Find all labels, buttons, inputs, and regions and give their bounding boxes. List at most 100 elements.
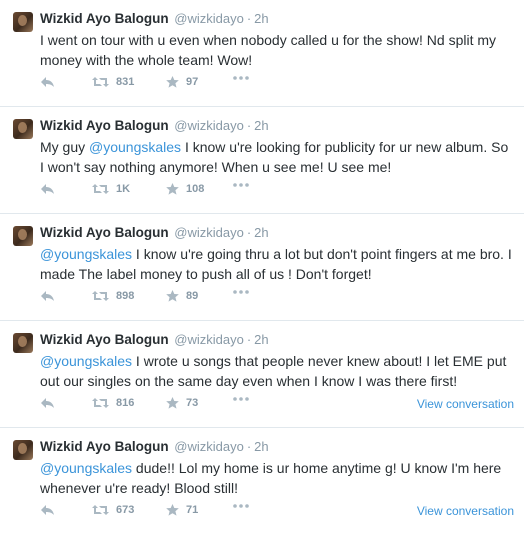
mention-link[interactable]: @youngskales [40,353,132,369]
tweet-text: My guy @youngskales I know u're looking … [40,137,514,177]
more-dots-icon [233,397,249,401]
user-name[interactable]: Wizkid Ayo Balogun [40,332,169,347]
retweet-count: 1K [116,183,131,195]
favorite-button[interactable]: 89 [166,290,198,302]
retweet-count: 831 [116,76,135,88]
reply-icon [41,291,54,301]
tweet-header: Wizkid Ayo Balogun @wizkidayo · 2h [40,331,514,348]
timestamp[interactable]: 2h [254,118,268,133]
user-name[interactable]: Wizkid Ayo Balogun [40,439,169,454]
separator: · [246,11,252,26]
star-icon [166,397,179,409]
timestamp[interactable]: 2h [254,225,268,240]
retweet-count: 673 [116,504,135,516]
timestamp[interactable]: 2h [254,439,268,454]
avatar[interactable] [13,12,33,32]
favorite-count: 73 [186,397,199,409]
user-name[interactable]: Wizkid Ayo Balogun [40,225,169,240]
retweet-button[interactable]: 1K [92,183,130,195]
reply-icon [41,77,54,87]
reply-icon [41,505,54,515]
avatar[interactable] [13,119,33,139]
favorite-button[interactable]: 71 [166,504,198,516]
tweet: Wizkid Ayo Balogun @wizkidayo · 2h @youngs… [0,214,524,321]
retweet-button[interactable]: 898 [92,290,134,302]
tweet-header: Wizkid Ayo Balogun @wizkidayo · 2h [40,438,514,455]
tweet-header: Wizkid Ayo Balogun @wizkidayo · 2h [40,117,514,134]
separator: · [246,332,252,347]
reply-icon [41,398,54,408]
view-conversation-link[interactable]: View conversation [417,504,514,518]
tweet-text-body: I went on tour with u even when nobody c… [40,32,497,68]
favorite-button[interactable]: 73 [166,397,198,409]
star-icon [166,183,179,195]
star-icon [166,76,179,88]
retweet-button[interactable]: 816 [92,397,134,409]
separator: · [246,225,252,240]
reply-button[interactable] [40,76,55,88]
user-handle[interactable]: @wizkidayo [174,439,244,454]
more-button[interactable] [233,504,249,508]
retweet-icon [92,398,109,408]
tweet-actions: 816 73 View conversation [40,397,514,415]
mention-link[interactable]: @youngskales [89,139,181,155]
favorite-button[interactable]: 108 [166,183,204,195]
user-handle[interactable]: @wizkidayo [174,225,244,240]
tweet: Wizkid Ayo Balogun @wizkidayo · 2h I went … [0,0,524,107]
retweet-count: 816 [116,397,135,409]
favorite-count: 108 [186,183,205,195]
tweet: Wizkid Ayo Balogun @wizkidayo · 2h @youngs… [0,321,524,428]
view-conversation-link[interactable]: View conversation [417,397,514,411]
favorite-count: 71 [186,504,199,516]
tweet-text: @youngskales dude!! Lol my home is ur ho… [40,458,514,498]
user-name[interactable]: Wizkid Ayo Balogun [40,118,169,133]
tweet-actions: 831 97 [40,76,514,94]
mention-link[interactable]: @youngskales [40,246,132,262]
more-button[interactable] [233,397,249,401]
star-icon [166,504,179,516]
more-dots-icon [233,290,249,294]
tweet-text-before: My guy [40,139,90,155]
user-handle[interactable]: @wizkidayo [174,332,244,347]
more-button[interactable] [233,290,249,294]
tweet-feed: Wizkid Ayo Balogun @wizkidayo · 2h I went … [0,0,524,535]
tweet-header: Wizkid Ayo Balogun @wizkidayo · 2h [40,10,514,27]
reply-button[interactable] [40,397,55,409]
more-button[interactable] [233,76,249,80]
favorite-button[interactable]: 97 [166,76,198,88]
star-icon [166,290,179,302]
more-dots-icon [233,183,249,187]
more-button[interactable] [233,183,249,187]
reply-button[interactable] [40,504,55,516]
avatar[interactable] [13,226,33,246]
separator: · [246,439,252,454]
favorite-count: 97 [186,76,199,88]
tweet-actions: 1K 108 [40,183,514,201]
user-handle[interactable]: @wizkidayo [174,118,244,133]
timestamp[interactable]: 2h [254,11,268,26]
retweet-button[interactable]: 673 [92,504,134,516]
avatar[interactable] [13,440,33,460]
reply-button[interactable] [40,290,55,302]
retweet-icon [92,77,109,87]
avatar[interactable] [13,333,33,353]
more-dots-icon [233,76,249,80]
tweet-actions: 898 89 [40,290,514,308]
tweet-header: Wizkid Ayo Balogun @wizkidayo · 2h [40,224,514,241]
timestamp[interactable]: 2h [254,332,268,347]
mention-link[interactable]: @youngskales [40,460,132,476]
reply-icon [41,184,54,194]
tweet-actions: 673 71 View conversation [40,504,514,522]
reply-button[interactable] [40,183,55,195]
favorite-count: 89 [186,290,199,302]
more-dots-icon [233,504,249,508]
tweet: Wizkid Ayo Balogun @wizkidayo · 2h @youngs… [0,428,524,535]
user-handle[interactable]: @wizkidayo [174,11,244,26]
retweet-icon [92,505,109,515]
retweet-button[interactable]: 831 [92,76,134,88]
user-name[interactable]: Wizkid Ayo Balogun [40,11,169,26]
tweet-text: @youngskales I wrote u songs that people… [40,351,514,391]
retweet-count: 898 [116,290,135,302]
retweet-icon [92,291,109,301]
separator: · [246,118,252,133]
